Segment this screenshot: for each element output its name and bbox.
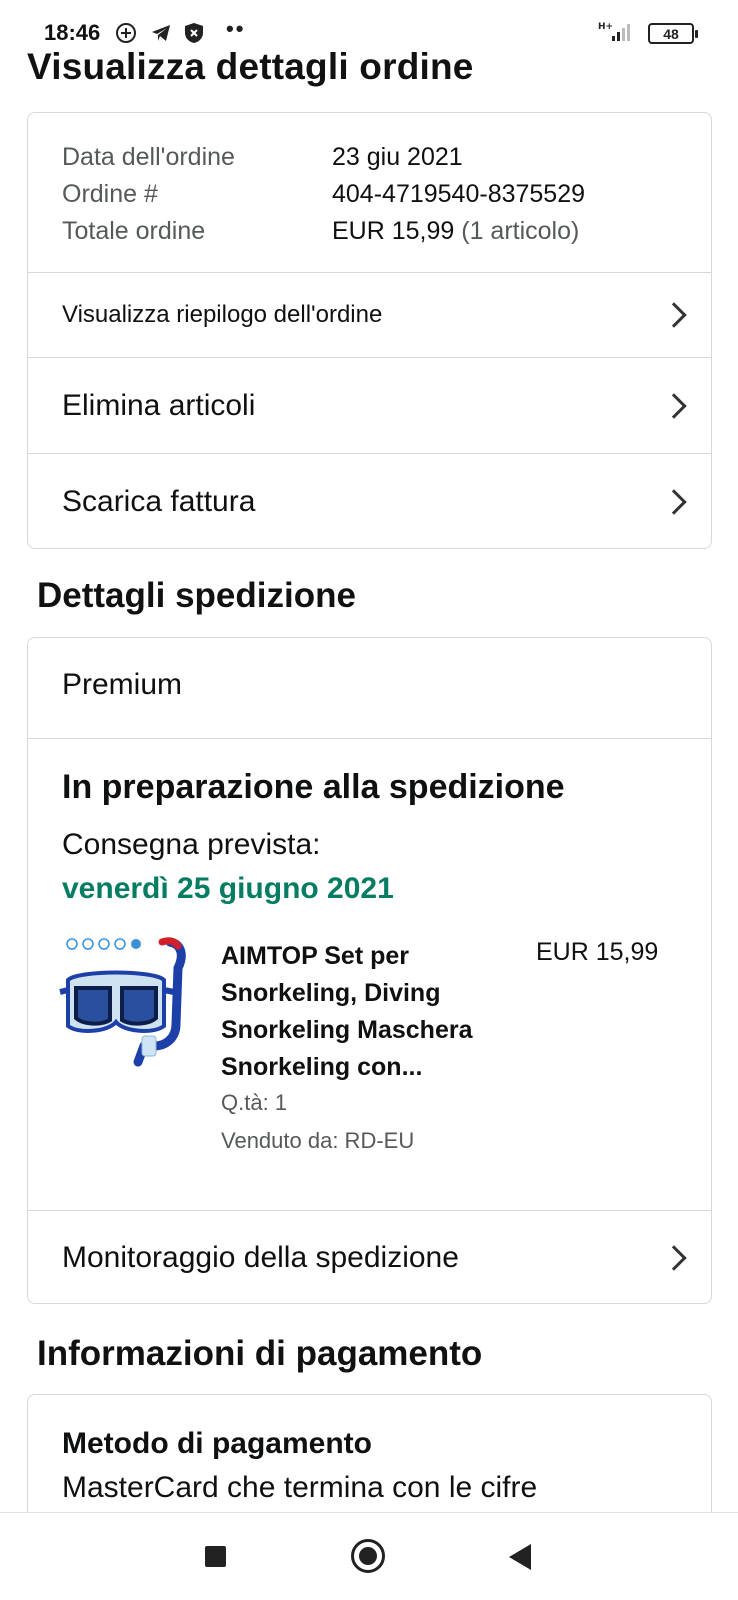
- product-quantity: Q.tà: 1: [221, 1090, 288, 1115]
- telegram-icon: [150, 22, 172, 44]
- battery-indicator: 48: [648, 23, 698, 44]
- order-date-label: Data dell'ordine: [62, 143, 235, 171]
- shipping-card: Premium In preparazione alla spedizione …: [27, 637, 712, 1304]
- shipping-status: In preparazione alla spedizione: [62, 768, 565, 806]
- order-total-label: Totale ordine: [62, 217, 206, 245]
- track-shipment-row[interactable]: Monitoraggio della spedizione: [28, 1211, 711, 1303]
- shipping-method: Premium: [62, 668, 183, 701]
- delete-items-label: Elimina articoli: [62, 388, 256, 422]
- download-invoice-row[interactable]: Scarica fattura: [28, 454, 711, 548]
- payment-method-value: MasterCard che termina con le cifre: [62, 1471, 538, 1504]
- product-title[interactable]: AIMTOP Set per Snorkeling, Diving Snorke…: [221, 938, 521, 1086]
- home-icon[interactable]: [351, 1539, 385, 1573]
- order-number-label: Ordine #: [62, 180, 158, 208]
- chevron-right-icon: [661, 1244, 687, 1271]
- download-invoice-label: Scarica fattura: [62, 484, 256, 518]
- order-total-value: EUR 15,99 (1 articolo): [332, 217, 579, 246]
- payment-method-title: Metodo di pagamento: [62, 1427, 372, 1460]
- view-order-summary-label: Visualizza riepilogo dell'ordine: [62, 301, 383, 328]
- product-seller: Venduto da: RD-EU: [221, 1128, 415, 1153]
- feature-badges-icon: [66, 938, 141, 950]
- chevron-right-icon: [661, 488, 687, 515]
- shipping-section-title: Dettagli spedizione: [37, 576, 356, 615]
- more-dots-icon: ••: [226, 16, 246, 41]
- order-total-amount: EUR 15,99: [332, 217, 455, 245]
- shield-icon: [183, 22, 205, 44]
- page-title: Visualizza dettagli ordine: [27, 46, 474, 87]
- order-date-value: 23 giu 2021: [332, 143, 463, 171]
- order-info-card: Data dell'ordine 23 giu 2021 Ordine # 40…: [27, 112, 712, 549]
- payment-section-title: Informazioni di pagamento: [37, 1334, 483, 1373]
- product-price: EUR 15,99: [536, 938, 659, 966]
- divider: [28, 738, 711, 739]
- location-plus-icon: [115, 22, 137, 44]
- system-navigation-bar: [0, 1512, 738, 1600]
- order-total-items: (1 articolo): [461, 217, 580, 245]
- expected-delivery-date: venerdì 25 giugno 2021: [62, 872, 394, 905]
- recent-apps-icon[interactable]: [205, 1546, 226, 1567]
- expected-delivery-label: Consegna prevista:: [62, 828, 321, 861]
- order-number-value: 404-4719540-8375529: [332, 180, 586, 208]
- network-type-label: H+: [598, 22, 613, 32]
- delete-items-row[interactable]: Elimina articoli: [28, 358, 711, 453]
- signal-icon: H+: [598, 20, 638, 44]
- chevron-right-icon: [661, 302, 687, 328]
- back-icon[interactable]: [509, 1544, 531, 1570]
- view-order-summary-row[interactable]: Visualizza riepilogo dell'ordine: [28, 273, 711, 357]
- chevron-right-icon: [661, 392, 687, 419]
- status-time: 18:46: [44, 20, 101, 45]
- product-image[interactable]: [58, 934, 190, 1074]
- track-shipment-label: Monitoraggio della spedizione: [62, 1240, 459, 1274]
